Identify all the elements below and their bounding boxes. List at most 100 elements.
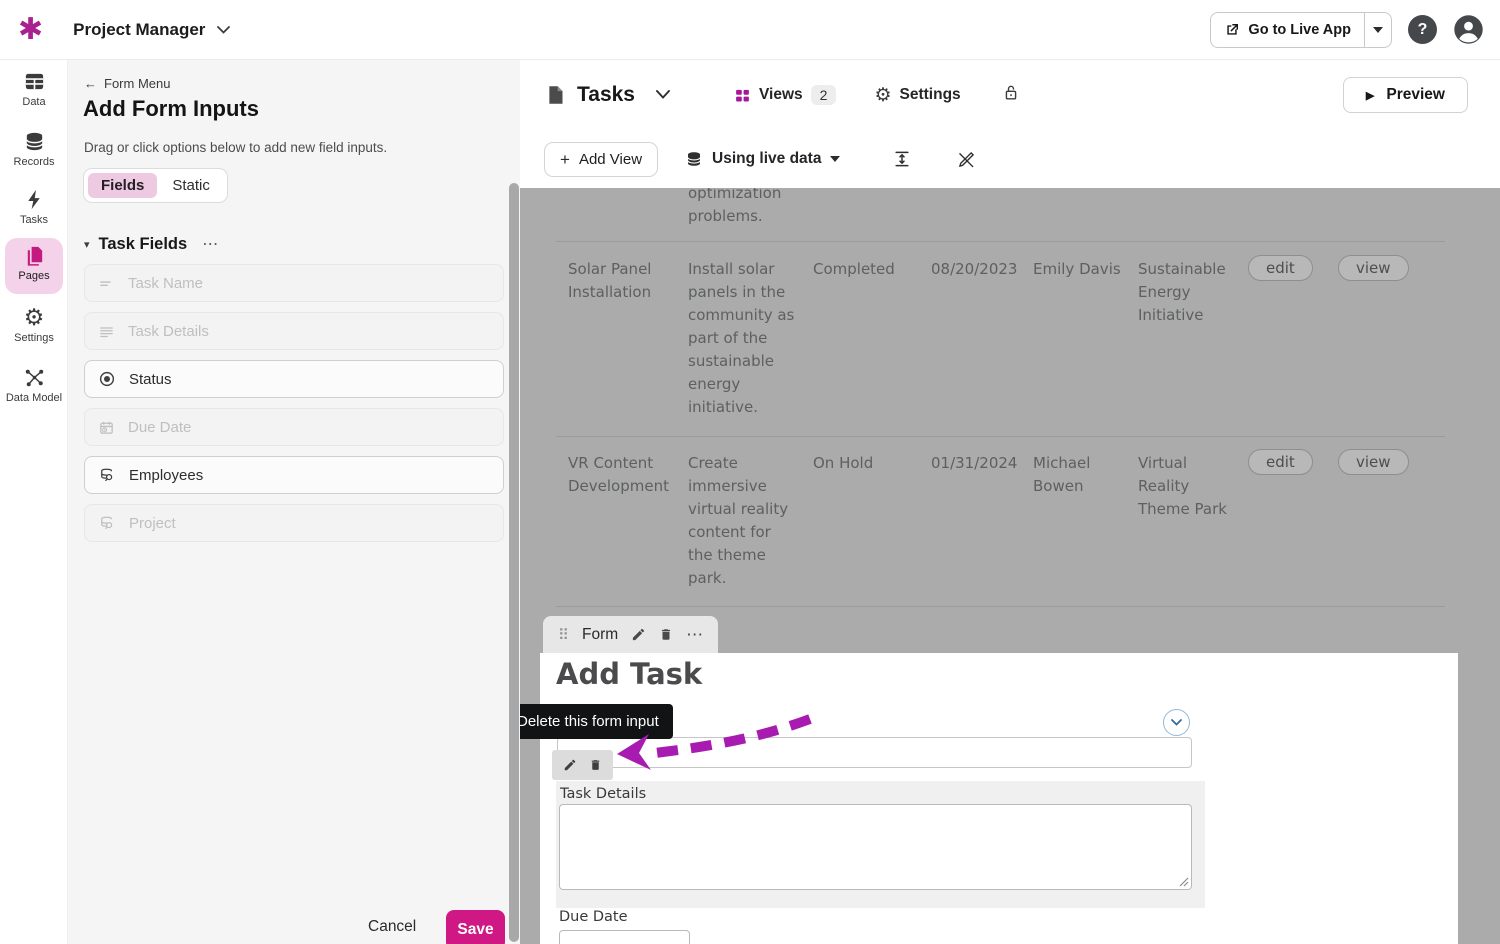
- task-details-label: Task Details: [560, 786, 646, 802]
- panel-scrollbar[interactable]: [509, 183, 519, 942]
- cell-assignee: Michael Bowen: [1033, 452, 1125, 498]
- view-toolbar: + Add View Using live data: [520, 130, 1500, 188]
- fit-height-button[interactable]: [892, 149, 912, 169]
- field-option-task-name: Task Name: [84, 264, 504, 302]
- form-chip-label: Form: [582, 626, 618, 644]
- row-edit-button[interactable]: edit: [1248, 255, 1313, 281]
- cell-due-date: 08/20/2023: [931, 258, 1031, 281]
- sidebar-item-data[interactable]: Data: [0, 70, 68, 108]
- drag-handle-icon[interactable]: ⠿: [558, 626, 569, 644]
- pages-icon: [23, 244, 46, 267]
- edit-view-button[interactable]: [631, 627, 646, 642]
- page-header: Tasks Views 2 ⚙ Settings: [520, 60, 1500, 130]
- connection-search-icon: [98, 514, 116, 532]
- go-to-live-app-button[interactable]: Go to Live App: [1211, 13, 1364, 47]
- field-type-tabs: Fields Static: [83, 168, 228, 203]
- due-date-label: Due Date: [559, 909, 628, 925]
- cell-project: Sustainable Energy Initiative: [1138, 258, 1238, 327]
- views-tab[interactable]: Views 2: [734, 85, 836, 105]
- due-date-input[interactable]: [559, 930, 690, 944]
- collapse-form-button[interactable]: [1163, 709, 1190, 736]
- form-view-chip[interactable]: ⠿ Form ⋯: [543, 616, 718, 653]
- play-icon: ▶: [1366, 89, 1374, 102]
- tab-static[interactable]: Static: [159, 173, 223, 198]
- preview-button[interactable]: ▶ Preview: [1343, 77, 1468, 113]
- lightning-icon: [23, 188, 46, 211]
- fit-height-icon: [892, 149, 912, 169]
- plus-icon: +: [560, 151, 570, 168]
- section-title: Task Fields: [99, 235, 188, 254]
- cancel-button[interactable]: Cancel: [368, 918, 416, 936]
- database-icon: [685, 150, 703, 168]
- view-more-menu-icon[interactable]: ⋯: [686, 625, 703, 645]
- cell-task-details: Install solar panels in the community as…: [688, 258, 800, 419]
- live-app-dropdown-button[interactable]: [1364, 13, 1391, 47]
- database-icon: [23, 130, 46, 153]
- trash-icon: [589, 758, 602, 772]
- cell-task-details: Create immersive virtual reality content…: [688, 452, 800, 590]
- lock-icon[interactable]: [1001, 82, 1021, 109]
- delete-view-button[interactable]: [659, 627, 673, 642]
- sidebar-item-pages[interactable]: Pages: [0, 244, 68, 282]
- back-to-form-menu-link[interactable]: ← Form Menu: [84, 76, 170, 91]
- tab-fields[interactable]: Fields: [88, 173, 157, 198]
- app-logo-icon[interactable]: ✱: [18, 15, 43, 45]
- cell-status: On Hold: [813, 452, 913, 475]
- help-button[interactable]: ?: [1408, 15, 1437, 44]
- section-menu-icon[interactable]: ⋯: [202, 234, 219, 254]
- topbar: ✱ Project Manager Go to Live App ?: [0, 0, 1500, 60]
- row-view-button[interactable]: view: [1338, 449, 1409, 475]
- page-chevron-icon[interactable]: [656, 86, 670, 104]
- task-name-input[interactable]: [557, 737, 1192, 768]
- preview-label: Preview: [1386, 86, 1445, 104]
- settings-tab[interactable]: ⚙ Settings: [874, 86, 960, 105]
- cell-due-date: 01/31/2024: [931, 452, 1031, 475]
- table-icon: [23, 70, 46, 93]
- add-view-button[interactable]: + Add View: [544, 142, 658, 177]
- collapse-caret-icon[interactable]: ▾: [84, 238, 90, 251]
- field-option-employees[interactable]: Employees: [84, 456, 504, 494]
- task-details-textarea[interactable]: [559, 804, 1192, 890]
- field-option-status[interactable]: Status: [84, 360, 504, 398]
- page-file-icon: [545, 83, 566, 107]
- data-model-icon: [23, 366, 46, 389]
- row-edit-button[interactable]: edit: [1248, 449, 1313, 475]
- sidebar-item-settings[interactable]: ⚙ Settings: [0, 306, 68, 344]
- app-switcher-chevron-icon[interactable]: [217, 21, 230, 39]
- views-label: Views: [759, 86, 803, 104]
- views-count-badge: 2: [811, 85, 837, 105]
- save-button[interactable]: Save: [446, 910, 505, 944]
- data-source-label: Using live data: [712, 150, 821, 168]
- pencil-icon: [563, 758, 577, 772]
- cell-status: Completed: [813, 258, 913, 281]
- resize-handle-icon[interactable]: [1178, 876, 1189, 887]
- sidebar-item-tasks[interactable]: Tasks: [0, 188, 68, 226]
- short-text-icon: [98, 275, 115, 292]
- connection-search-icon: [98, 466, 116, 484]
- sidebar-item-records[interactable]: Records: [0, 130, 68, 168]
- help-icon: ?: [1418, 21, 1428, 39]
- nav-rail: Data Records Tasks Pages ⚙ Settings: [0, 60, 68, 944]
- field-option-task-details: Task Details: [84, 312, 504, 350]
- table-cell-details-partial: optimization problems.: [688, 188, 806, 228]
- row-view-button[interactable]: view: [1338, 255, 1409, 281]
- style-off-icon: [956, 149, 977, 170]
- app-root: ✱ Project Manager Go to Live App ?: [0, 0, 1500, 944]
- disable-styles-button[interactable]: [956, 149, 977, 170]
- paragraph-icon: [98, 323, 115, 340]
- calendar-icon: [98, 419, 115, 436]
- add-form-inputs-panel: ← Form Menu Add Form Inputs Drag or clic…: [68, 60, 520, 944]
- views-icon: [734, 87, 751, 104]
- panel-description: Drag or click options below to add new f…: [84, 140, 387, 155]
- data-source-selector[interactable]: Using live data: [685, 150, 840, 168]
- edit-form-input-button[interactable]: [563, 758, 577, 772]
- delete-form-input-button[interactable]: [589, 758, 602, 772]
- sidebar-item-data-model[interactable]: Data Model: [0, 366, 68, 404]
- user-avatar[interactable]: [1453, 14, 1484, 45]
- row-separator: [556, 241, 1445, 242]
- cell-task-name: Solar Panel Installation: [568, 258, 680, 304]
- field-option-due-date: Due Date: [84, 408, 504, 446]
- page-canvas: optimization problems. Solar Panel Insta…: [520, 188, 1500, 944]
- cell-task-name: VR Content Development: [568, 452, 680, 498]
- chevron-down-icon: [1171, 719, 1182, 726]
